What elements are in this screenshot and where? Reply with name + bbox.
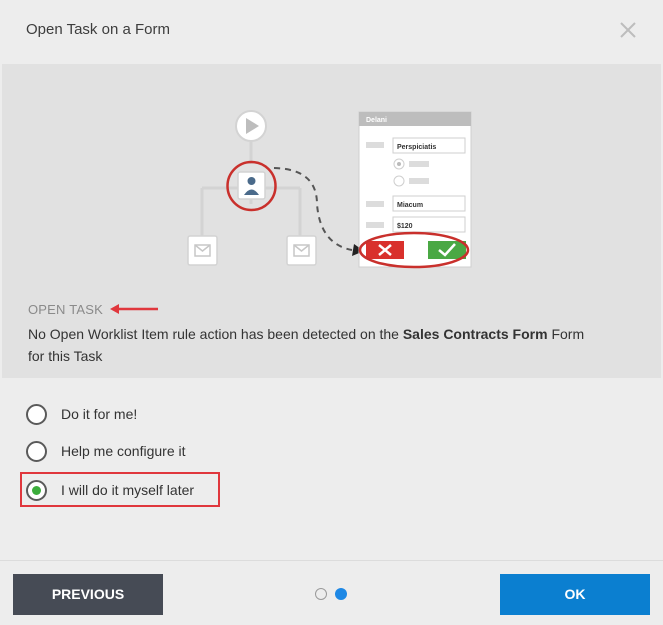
arrow-left-icon	[110, 304, 158, 314]
info-panel: Delani Perspiciatis Miacum $120 OPEN TAS…	[2, 64, 661, 378]
open-task-dialog: Open Task on a Form Delani Perspiciatis …	[0, 0, 663, 625]
description-text: No Open Worklist Item rule action has be…	[28, 326, 403, 342]
workflow-illustration: Delani Perspiciatis Miacum $120	[187, 110, 472, 269]
radio-button[interactable]	[26, 440, 47, 462]
form-preview-field: Perspiciatis	[397, 144, 436, 151]
page-indicator	[315, 588, 347, 600]
page-dot-active[interactable]	[335, 588, 347, 600]
option-label: Help me configure it	[61, 443, 186, 459]
email-node-icon	[286, 235, 317, 266]
form-name: Sales Contracts Form	[402, 326, 548, 342]
form-preview-field: Miacum	[397, 202, 423, 209]
page-dot[interactable]	[315, 588, 327, 600]
form-preview-title: Delani	[366, 117, 387, 124]
form-preview: Delani Perspiciatis Miacum $120	[358, 111, 472, 269]
email-node-icon	[187, 235, 218, 266]
open-task-heading-row: OPEN TASK	[28, 301, 158, 319]
open-task-heading: OPEN TASK	[28, 302, 104, 317]
start-node-icon	[235, 110, 267, 142]
open-task-description: No Open Worklist Item rule action has be…	[28, 323, 588, 367]
dialog-header: Open Task on a Form	[0, 0, 663, 64]
dialog-title: Open Task on a Form	[26, 21, 170, 38]
option-label: Do it for me!	[61, 406, 138, 422]
selection-highlight	[20, 472, 220, 507]
close-icon[interactable]	[617, 19, 639, 41]
radio-button[interactable]	[26, 403, 47, 425]
ok-button[interactable]: OK	[500, 574, 650, 615]
footer-divider	[0, 560, 663, 561]
form-preview-field: $120	[397, 223, 413, 230]
previous-button[interactable]: PREVIOUS	[13, 574, 163, 615]
option-do-it-for-me[interactable]: Do it for me!	[26, 401, 137, 427]
option-help-configure[interactable]: Help me configure it	[26, 438, 186, 464]
